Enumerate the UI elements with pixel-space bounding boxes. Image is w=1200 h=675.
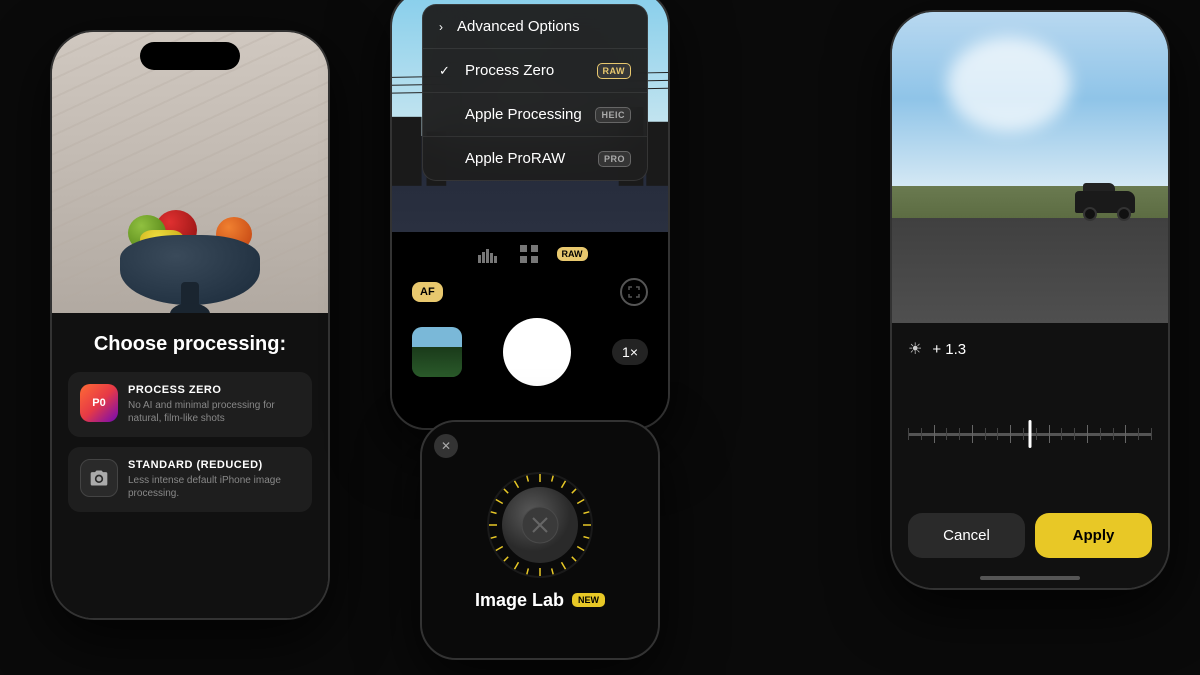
apply-button[interactable]: Apply (1035, 513, 1152, 558)
bowl-container (110, 195, 270, 325)
processing-title: Choose processing: (68, 333, 312, 356)
processing-item-p0[interactable]: P0 PROCESS ZERO No AI and minimal proces… (68, 372, 312, 437)
tick (1036, 428, 1037, 440)
raw-mode-badge[interactable]: RAW (557, 247, 588, 261)
dropdown-item-process-zero[interactable]: ✓ Process Zero RAW (423, 48, 647, 92)
process-zero-label: Process Zero (465, 62, 587, 79)
pro-badge: PRO (598, 151, 631, 167)
tick (1151, 428, 1152, 440)
tick (921, 428, 922, 440)
tick (997, 428, 998, 440)
tick (1113, 428, 1114, 440)
tick (959, 428, 960, 440)
landscape-photo (892, 12, 1168, 329)
jeep-wheel-rear (1083, 207, 1097, 221)
focus-icon[interactable] (620, 278, 648, 306)
tick (1138, 428, 1139, 440)
phone-center-top-screen: › Advanced Options ✓ Process Zero RAW Ap… (392, 0, 668, 428)
standard-name: STANDARD (REDUCED) (128, 459, 300, 471)
notch-left (140, 42, 240, 70)
phone-center-bottom: ✕ (420, 420, 660, 660)
tick (908, 428, 909, 440)
dropdown-item-apple-proraw[interactable]: Apple ProRAW PRO (423, 136, 647, 180)
tick-major (1125, 425, 1126, 443)
apple-processing-label: Apple Processing (465, 106, 585, 123)
standard-desc: Less intense default iPhone image proces… (128, 474, 300, 500)
close-button[interactable]: ✕ (434, 434, 458, 458)
dial-container (485, 470, 595, 580)
tick (946, 428, 947, 440)
tick (1023, 428, 1024, 440)
brightness-row: ☀ + 1.3 (908, 339, 1152, 359)
dial-svg (485, 470, 595, 580)
fruit-photo (52, 32, 328, 325)
raw-badge: RAW (597, 63, 632, 79)
camera-icon (80, 459, 118, 497)
jeep-wheel-front (1117, 207, 1131, 221)
af-badge[interactable]: AF (412, 282, 443, 302)
new-badge: NEW (572, 593, 605, 607)
tick (1074, 428, 1075, 440)
camera-preview: › Advanced Options ✓ Process Zero RAW Ap… (392, 0, 668, 232)
phone-center-top: › Advanced Options ✓ Process Zero RAW Ap… (390, 0, 670, 430)
tick-major (972, 425, 973, 443)
editor-buttons: Cancel Apply (908, 513, 1152, 558)
tick-major (934, 425, 935, 443)
p0-desc: No AI and minimal processing for natural… (128, 399, 300, 425)
phone-left: Choose processing: P0 PROCESS ZERO No AI… (50, 30, 330, 620)
slider-thumb (1029, 420, 1032, 448)
heic-badge: HEIC (595, 107, 631, 123)
slider-container[interactable] (908, 371, 1152, 497)
shutter-button[interactable] (503, 318, 571, 386)
camera-controls: RAW AF 1× (392, 232, 668, 428)
advanced-options-label: Advanced Options (457, 18, 631, 35)
p0-text: PROCESS ZERO No AI and minimal processin… (128, 384, 300, 425)
checkmark-icon: ✓ (439, 63, 455, 79)
brightness-value: + 1.3 (932, 341, 966, 358)
slider-track[interactable] (908, 433, 1152, 436)
jeep (1075, 191, 1135, 221)
p0-name: PROCESS ZERO (128, 384, 300, 396)
thumb-palms (412, 347, 462, 377)
imagelab-screen: ✕ (422, 422, 658, 658)
zoom-badge[interactable]: 1× (612, 339, 648, 365)
processing-section: Choose processing: P0 PROCESS ZERO No AI… (52, 313, 328, 618)
tick (1100, 428, 1101, 440)
editor-controls: ☀ + 1.3 (892, 323, 1168, 588)
dropdown-menu: › Advanced Options ✓ Process Zero RAW Ap… (422, 4, 648, 181)
imagelab-title: Image Lab (475, 590, 564, 611)
home-indicator-right (980, 576, 1080, 580)
phone-right: ☀ + 1.3 (890, 10, 1170, 590)
histogram-icon[interactable] (473, 240, 501, 268)
apple-proraw-label: Apple ProRAW (465, 150, 588, 167)
tick-major (1049, 425, 1050, 443)
landscape-road (892, 218, 1168, 329)
second-row: AF (392, 278, 668, 306)
phone-left-screen: Choose processing: P0 PROCESS ZERO No AI… (52, 32, 328, 618)
phone-right-screen: ☀ + 1.3 (892, 12, 1168, 588)
mode-bar: RAW (473, 240, 588, 268)
landscape-clouds (947, 37, 1071, 132)
dropdown-item-advanced[interactable]: › Advanced Options (423, 5, 647, 48)
standard-text: STANDARD (REDUCED) Less intense default … (128, 459, 300, 500)
shutter-row: 1× (392, 318, 668, 386)
tick-major (1087, 425, 1088, 443)
dropdown-item-apple-processing[interactable]: Apple Processing HEIC (423, 92, 647, 136)
tick (985, 428, 986, 440)
chevron-right-icon: › (439, 20, 443, 34)
imagelab-label-row: Image Lab NEW (475, 590, 605, 611)
cancel-button[interactable]: Cancel (908, 513, 1025, 558)
tick (1061, 428, 1062, 440)
p0-icon: P0 (80, 384, 118, 422)
thumbnail[interactable] (412, 327, 462, 377)
grid-icon[interactable] (515, 240, 543, 268)
tick-major (1010, 425, 1011, 443)
brightness-icon: ☀ (908, 339, 922, 359)
processing-item-standard[interactable]: STANDARD (REDUCED) Less intense default … (68, 447, 312, 512)
